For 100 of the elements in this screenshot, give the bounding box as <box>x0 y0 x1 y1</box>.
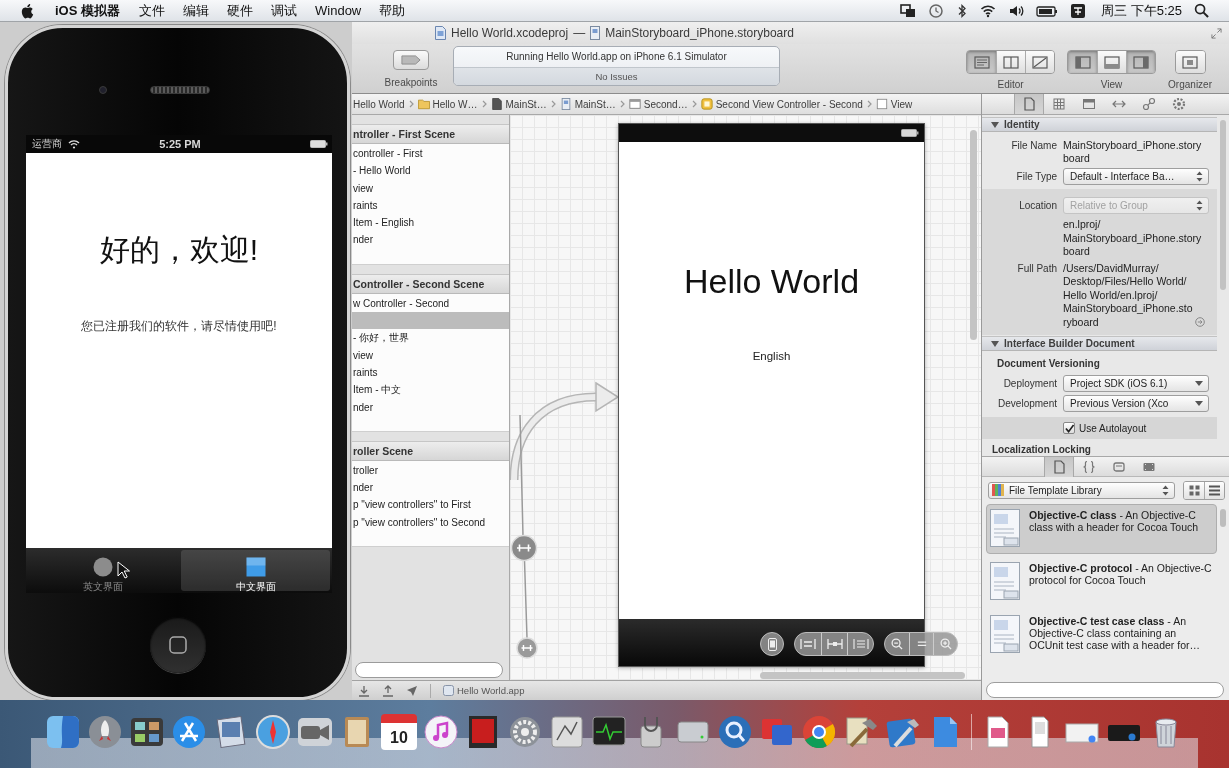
filter-field[interactable] <box>986 682 1224 698</box>
outline-row[interactable]: nder <box>352 479 509 497</box>
library-tab[interactable] <box>1044 456 1074 477</box>
input-method-icon[interactable] <box>1070 2 1087 19</box>
menu-item[interactable]: 文件 <box>130 1 174 20</box>
outline-row[interactable]: - 你好，世界 <box>352 329 509 347</box>
menu-item[interactable]: 硬件 <box>218 1 262 20</box>
outline-row[interactable]: view <box>352 179 509 197</box>
library-picker[interactable]: File Template Library <box>988 481 1175 499</box>
outline-row[interactable]: troller <box>352 461 509 480</box>
grid-view-button[interactable] <box>1184 481 1204 499</box>
battery-icon <box>901 129 919 137</box>
welcome-message: 您已注册我们的软件，请尽情使用吧! <box>81 319 277 333</box>
view-controller-scene[interactable]: Hello World English <box>618 123 925 667</box>
crossed-lines-circle-icon[interactable] <box>171 714 207 750</box>
checkbox[interactable] <box>1063 422 1075 434</box>
arrow-up-bar-icon[interactable] <box>382 684 394 697</box>
toolbar-toggle-button[interactable] <box>1175 51 1205 73</box>
template-item[interactable]: Objective-C class - An Objective-C class with a header for Cocoa Touch <box>986 504 1217 554</box>
tab[interactable]: 英文界面 <box>28 550 177 591</box>
outline-row[interactable]: nder <box>352 398 509 416</box>
line-graph-icon[interactable] <box>549 714 585 750</box>
development-popup[interactable]: Previous Version (Xco <box>1063 395 1209 412</box>
outline-row[interactable]: w Controller - Second <box>352 294 509 313</box>
toolbar-toggle-button[interactable] <box>1025 51 1055 73</box>
outline-row[interactable]: Item - 中文 <box>352 381 509 399</box>
deployment-popup[interactable]: Project SDK (iOS 6.1) <box>1063 375 1209 392</box>
jump-bar-item[interactable]: MainSt… <box>490 94 547 114</box>
outline-row[interactable]: raints <box>352 196 509 215</box>
scrollbar[interactable] <box>1220 509 1226 527</box>
outline-row[interactable]: view <box>352 346 509 364</box>
scrollbar[interactable] <box>760 672 965 679</box>
breakpoints-button[interactable] <box>393 50 429 70</box>
toolbar-toggle-button[interactable] <box>1126 51 1156 73</box>
carrier-name: 运营商 <box>32 137 62 151</box>
scene-header[interactable]: Controller - Second Scene <box>352 273 509 294</box>
scrollbar[interactable] <box>1220 120 1226 290</box>
bluetooth-icon[interactable] <box>956 2 969 19</box>
debug-target[interactable]: Hello World.app <box>443 685 525 696</box>
segmented-circle-icon[interactable] <box>801 714 837 750</box>
location-arrow-icon[interactable] <box>406 684 418 697</box>
outline-row[interactable]: nder <box>352 231 509 249</box>
menu-item[interactable]: 调试 <box>262 1 306 20</box>
search-icon[interactable] <box>1194 3 1209 18</box>
toolbar-toggle-button[interactable] <box>1097 51 1127 73</box>
toolbar-toggle-button[interactable] <box>1068 51 1098 73</box>
document-hammer-icon[interactable] <box>843 714 879 750</box>
toolbar-toggle-button[interactable] <box>996 51 1026 73</box>
scrollbar[interactable] <box>970 130 977 340</box>
compass-icon[interactable] <box>255 714 291 750</box>
outline-row[interactable]: Item - English <box>352 214 509 232</box>
menu-item[interactable]: 编辑 <box>174 1 218 20</box>
outline-row[interactable]: - Hello World <box>352 162 509 180</box>
template-item[interactable]: Objective-C test case class - An Objective-C class containing an OCUnit test case with a header for… <box>986 610 1217 660</box>
jump-bar-item[interactable]: Hello World <box>353 94 405 114</box>
file-type-popup[interactable]: Default - Interface Ba… <box>1063 168 1209 185</box>
jump-bar-item[interactable]: Second… <box>628 94 688 114</box>
overlapping-squares-icon[interactable] <box>900 2 917 19</box>
jump-bar-item[interactable]: MainSt… <box>559 94 616 114</box>
template-item[interactable]: Objective-C protocol - An Objective-C protocol for Cocoa Touch <box>986 557 1217 607</box>
diagonal-window-icon <box>1032 55 1049 69</box>
gear-icon[interactable] <box>507 714 543 750</box>
inspector-tab[interactable] <box>1014 94 1044 114</box>
toolbar-toggle-button[interactable] <box>967 51 997 73</box>
scene-heading: Hello World <box>682 261 861 301</box>
outline-row[interactable]: p "view controllers" to Second <box>352 513 509 532</box>
segue-icon[interactable] <box>516 637 538 659</box>
apple-icon[interactable] <box>21 2 34 19</box>
section-header[interactable]: Identity <box>982 117 1217 132</box>
list-view-button[interactable] <box>1204 481 1224 499</box>
scene-header[interactable]: ntroller - First Scene <box>352 124 509 144</box>
segue-icon[interactable] <box>510 534 538 562</box>
music-note-icon[interactable] <box>423 714 459 750</box>
calendar-icon[interactable]: 10 <box>381 714 417 750</box>
magnifier-circle-icon[interactable] <box>717 714 753 750</box>
rocket-icon[interactable] <box>87 714 123 750</box>
menu-item[interactable]: Window <box>306 3 371 18</box>
outline-row[interactable]: raints <box>352 363 509 382</box>
tab[interactable]: 中文界面 <box>181 550 330 591</box>
welcome-heading: 好的，欢迎! <box>99 232 259 268</box>
filter-field[interactable] <box>355 662 503 678</box>
cursor-icon <box>117 561 130 579</box>
scene-header[interactable]: roller Scene <box>352 440 509 461</box>
section-header[interactable]: Interface Builder Document <box>982 336 1217 351</box>
status-time: 5:25 PM <box>159 138 201 150</box>
arrow-down-bar-icon[interactable] <box>358 684 370 697</box>
jump-bar-item[interactable]: Second View Controller - Second <box>700 94 863 114</box>
tab-square-icon <box>245 557 266 577</box>
outline-row[interactable]: p "view controllers" to First <box>352 496 509 514</box>
jump-bar-item[interactable]: View <box>875 94 913 114</box>
menu-clock[interactable]: 周三 下午5:25 <box>1101 1 1182 20</box>
menu-item[interactable]: iOS 模拟器 <box>46 1 129 20</box>
arrow-circle-icon[interactable] <box>1195 317 1205 327</box>
jump-bar-item[interactable]: Hello W… <box>417 94 478 114</box>
updown-arrows-icon <box>1196 171 1203 182</box>
split-tile-icon[interactable] <box>45 714 81 750</box>
segue-line[interactable] <box>519 414 528 639</box>
menu-item[interactable]: 帮助 <box>370 1 415 20</box>
outline-row[interactable]: controller - First <box>352 145 509 163</box>
fullscreen-icon[interactable] <box>1211 27 1222 39</box>
